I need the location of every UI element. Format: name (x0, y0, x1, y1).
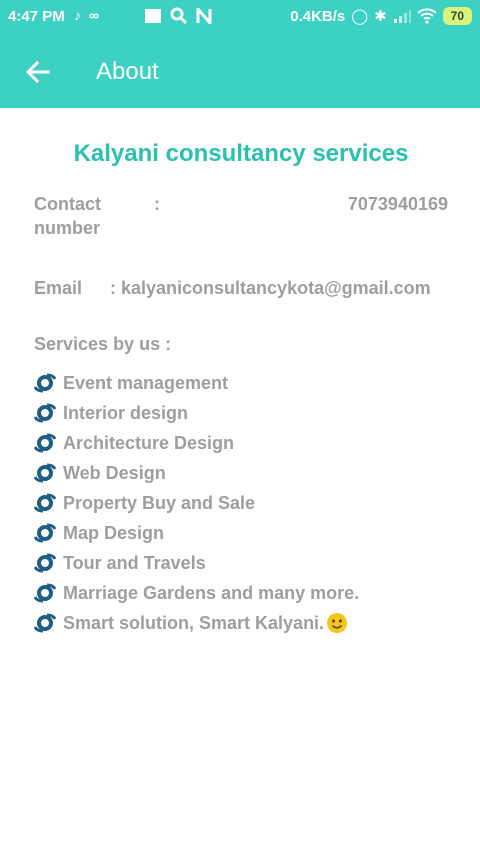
status-left-icons: ♪ ∞ (74, 7, 99, 23)
cyclone-bullet-icon (34, 583, 56, 603)
signal-icon (393, 10, 411, 23)
service-label: Marriage Gardens and many more. (63, 582, 360, 603)
list-item: Web Design (34, 458, 448, 488)
list-item: Map Design (34, 518, 448, 548)
service-label: Map Design (63, 522, 165, 543)
status-bar: 4:47 PM ♪ ∞ 0.4KB/s ◯ ✱ 70 (0, 0, 480, 34)
data-icon: ◯ (351, 8, 369, 25)
list-item: Event management (34, 368, 448, 398)
battery-indicator: 70 (442, 7, 472, 25)
list-item: Tour and Travels (34, 548, 448, 578)
service-label: Web Design (63, 462, 166, 483)
cyclone-bullet-icon (34, 463, 56, 483)
email-value: : kalyaniconsultancykota@gmail.com (110, 278, 431, 298)
contact-number: 7073940169 (347, 194, 448, 214)
company-name: Kalyani consultancy services (73, 140, 409, 167)
about-content: Kalyani consultancy services Contact num… (34, 140, 448, 638)
list-item: Property Buy and Sale (34, 488, 448, 518)
page-title: About (96, 58, 159, 85)
cyclone-bullet-icon (34, 493, 56, 513)
app-bar: About (0, 34, 480, 108)
cyclone-bullet-icon (34, 553, 56, 573)
cyclone-bullet-icon (34, 433, 56, 453)
service-label: Tour and Travels (63, 552, 206, 573)
email-row: Email : kalyaniconsultancykota@gmail.com (34, 276, 448, 300)
service-label: Architecture Design (63, 432, 235, 453)
service-label: Smart solution, Smart Kalyani. (63, 612, 325, 633)
smiley-emoji-icon (327, 613, 348, 633)
back-arrow-icon[interactable] (22, 56, 54, 88)
cyclone-bullet-icon (34, 523, 56, 543)
search-icon (170, 7, 188, 25)
contact-row: Contact number : 7073940169 (34, 192, 448, 240)
wifi-icon (416, 8, 437, 24)
status-right: 0.4KB/s ◯ ✱ 70 (290, 7, 472, 25)
list-item: Interior design (34, 398, 448, 428)
contact-separator: : (154, 194, 160, 214)
music-note-icon: ♪ (74, 7, 81, 23)
network-speed: 0.4KB/s (290, 7, 346, 25)
message-icon (145, 9, 161, 23)
services-heading: Services by us : (34, 334, 172, 354)
voicemail-icon: ∞ (89, 7, 99, 23)
n-logo-icon (196, 8, 212, 24)
bluetooth-icon: ✱ (374, 8, 387, 25)
top-bar: 4:47 PM ♪ ∞ 0.4KB/s ◯ ✱ 70 About (0, 0, 480, 108)
service-label: Interior design (63, 402, 189, 423)
status-time: 4:47 PM (8, 8, 65, 25)
services-list: Event management Interior design Archite… (34, 368, 448, 638)
service-label: Property Buy and Sale (63, 492, 256, 513)
status-notification-icons (144, 7, 212, 25)
list-item: Smart solution, Smart Kalyani. (34, 608, 448, 638)
cyclone-bullet-icon (34, 403, 56, 423)
contact-label: Contact number (34, 194, 101, 238)
list-item: Marriage Gardens and many more. (34, 578, 448, 608)
cyclone-bullet-icon (34, 613, 56, 633)
service-label: Event management (63, 372, 229, 393)
email-label: Email (34, 278, 83, 298)
cyclone-bullet-icon (34, 373, 56, 393)
list-item: Architecture Design (34, 428, 448, 458)
